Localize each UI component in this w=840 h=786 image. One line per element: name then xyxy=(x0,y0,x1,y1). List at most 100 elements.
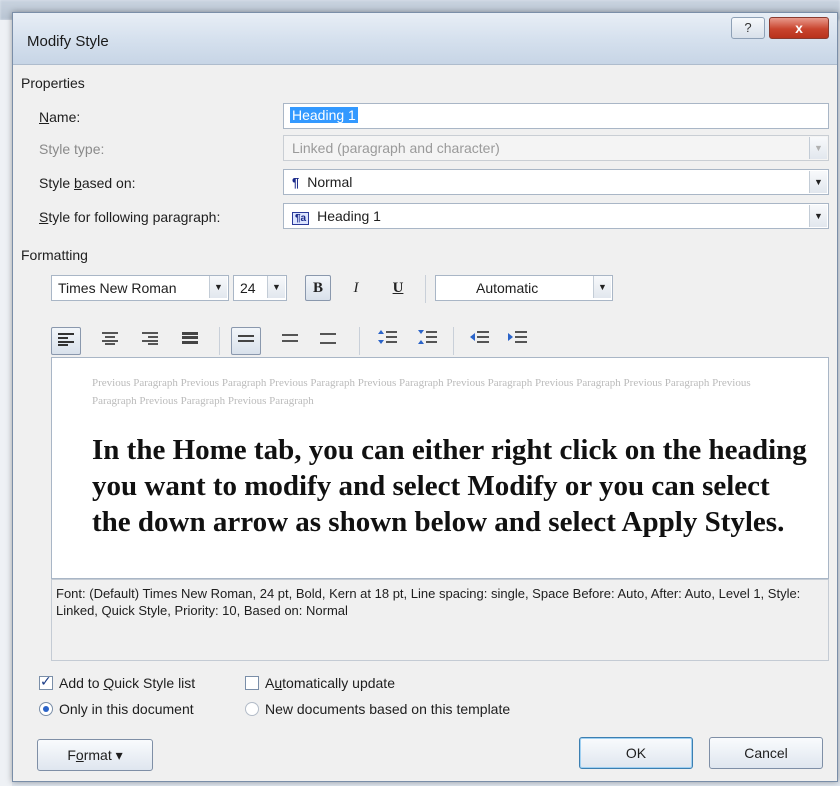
decrease-paragraph-spacing-icon xyxy=(418,330,437,344)
decrease-indent-icon xyxy=(470,331,489,343)
name-field[interactable]: Heading 1 xyxy=(283,103,829,129)
based-on-text: Normal xyxy=(307,174,353,190)
style-type-select: Linked (paragraph and character) ▼ xyxy=(283,135,829,161)
bold-button[interactable]: B xyxy=(305,275,331,301)
justify-icon xyxy=(182,332,198,344)
following-paragraph-label: Style for following paragraph: xyxy=(39,209,220,225)
help-icon: ? xyxy=(744,20,752,35)
format-menu-button[interactable]: Format ▾ xyxy=(37,739,153,771)
chevron-down-icon: ▼ xyxy=(809,137,827,159)
align-right-button[interactable] xyxy=(135,327,165,355)
font-size-select[interactable]: 24 ▼ xyxy=(233,275,287,301)
font-name-select[interactable]: Times New Roman ▼ xyxy=(51,275,229,301)
auto-update-accesskey: u xyxy=(274,675,283,691)
align-left-icon xyxy=(58,333,74,346)
close-button[interactable]: x xyxy=(769,17,829,39)
chevron-down-icon: ▼ xyxy=(209,276,227,298)
double-spacing-icon xyxy=(320,333,336,344)
based-on-label-text: Style xyxy=(39,175,75,191)
previous-paragraph-text: Previous Paragraph Previous Paragraph Pr… xyxy=(92,377,751,407)
based-on-label-text-rest: ased on: xyxy=(81,175,136,191)
following-paragraph-value: ¶a Heading 1 xyxy=(292,208,381,225)
style-based-on-select[interactable]: ¶ Normal ▼ xyxy=(283,169,829,195)
chevron-down-icon[interactable]: ▼ xyxy=(809,171,827,193)
help-button[interactable]: ? xyxy=(731,17,765,39)
increase-paragraph-spacing-icon xyxy=(378,330,397,344)
style-description: Font: (Default) Times New Roman, 24 pt, … xyxy=(51,579,829,661)
decrease-indent-button[interactable] xyxy=(465,327,495,355)
cancel-button[interactable]: Cancel xyxy=(709,737,823,769)
formatting-section-label: Formatting xyxy=(21,247,88,263)
align-left-button[interactable] xyxy=(51,327,81,355)
checkbox-box[interactable]: ✓ xyxy=(39,673,53,690)
format-label: F xyxy=(67,747,76,763)
chevron-down-icon: ▼ xyxy=(593,276,611,298)
increase-paragraph-spacing-button[interactable] xyxy=(373,327,403,355)
decrease-paragraph-spacing-button[interactable] xyxy=(413,327,443,355)
font-color-dropdown[interactable]: ▼ xyxy=(592,275,612,301)
italic-icon: I xyxy=(353,280,359,296)
auto-update-checkbox[interactable]: Automatically update xyxy=(245,675,395,691)
auto-update-label: A xyxy=(265,675,275,691)
style-based-on-label: Style based on: xyxy=(39,175,136,191)
align-right-icon xyxy=(142,332,158,345)
new-documents-radio[interactable]: New documents based on this template xyxy=(245,701,510,717)
radio-circle[interactable] xyxy=(245,702,259,716)
one-half-spacing-icon xyxy=(282,334,298,342)
properties-section-label: Properties xyxy=(21,75,85,91)
single-spacing-icon xyxy=(238,335,254,342)
font-size-dropdown[interactable]: ▼ xyxy=(266,275,286,301)
format-label-rest: rmat ▾ xyxy=(83,747,123,763)
radio-circle[interactable] xyxy=(39,702,53,716)
single-spacing-button[interactable] xyxy=(231,327,261,355)
increase-indent-icon xyxy=(508,331,527,343)
checkbox-box[interactable] xyxy=(245,676,259,690)
only-this-document-label: Only in this document xyxy=(59,701,194,717)
name-field-value: Heading 1 xyxy=(290,107,358,123)
bold-icon: B xyxy=(312,280,323,296)
justify-button[interactable] xyxy=(175,327,205,355)
font-color-value: Automatic xyxy=(476,280,539,296)
following-label-accesskey: S xyxy=(39,209,49,225)
font-name-dropdown[interactable]: ▼ xyxy=(208,275,228,301)
only-this-document-radio[interactable]: Only in this document xyxy=(39,701,194,717)
one-half-spacing-button[interactable] xyxy=(275,327,305,355)
style-preview-pane: Previous Paragraph Previous Paragraph Pr… xyxy=(51,357,829,579)
dialog-title: Modify Style xyxy=(27,33,109,50)
toolbar-separator xyxy=(425,275,426,303)
double-spacing-button[interactable] xyxy=(313,327,343,355)
underline-icon: U xyxy=(392,280,404,296)
background-document-edge xyxy=(0,20,12,786)
following-paragraph-select[interactable]: ¶a Heading 1 ▼ xyxy=(283,203,829,229)
based-on-label-accesskey: b xyxy=(74,175,82,191)
cancel-label: Cancel xyxy=(744,745,788,761)
toolbar-separator xyxy=(359,327,360,355)
quick-style-label: Add to xyxy=(59,675,104,691)
radio-selected-dot xyxy=(43,706,49,712)
check-icon: ✓ xyxy=(40,673,52,689)
chevron-down-icon: ▼ xyxy=(267,276,285,298)
ok-button[interactable]: OK xyxy=(579,737,693,769)
style-type-label: Style type: xyxy=(39,141,105,157)
following-text: Heading 1 xyxy=(317,208,381,224)
name-label: Name: xyxy=(39,109,80,125)
align-center-button[interactable] xyxy=(95,327,125,355)
ok-label: OK xyxy=(625,745,647,761)
following-label-text-rest: tyle for following paragraph: xyxy=(48,209,221,225)
paragraph-style-icon: ¶ xyxy=(292,175,300,190)
title-bar[interactable]: Modify Style ? x xyxy=(13,13,837,65)
align-center-icon xyxy=(102,332,118,345)
new-documents-label: New documents based on this template xyxy=(265,701,511,717)
italic-button[interactable]: I xyxy=(343,275,369,301)
font-name-value: Times New Roman xyxy=(58,280,177,296)
increase-indent-button[interactable] xyxy=(503,327,533,355)
quick-style-accesskey: Q xyxy=(103,675,115,691)
underline-button[interactable]: U xyxy=(385,275,411,301)
chevron-down-icon[interactable]: ▼ xyxy=(809,205,827,227)
style-type-value: Linked (paragraph and character) xyxy=(292,140,500,156)
sample-heading-text: In the Home tab, you can either right cl… xyxy=(92,434,807,538)
add-to-quick-style-checkbox[interactable]: ✓ Add to Quick Style list xyxy=(39,673,196,691)
font-color-select[interactable]: Automatic ▼ xyxy=(435,275,613,301)
quick-style-label-rest: uick Style list xyxy=(114,675,196,691)
toolbar-separator xyxy=(453,327,454,355)
